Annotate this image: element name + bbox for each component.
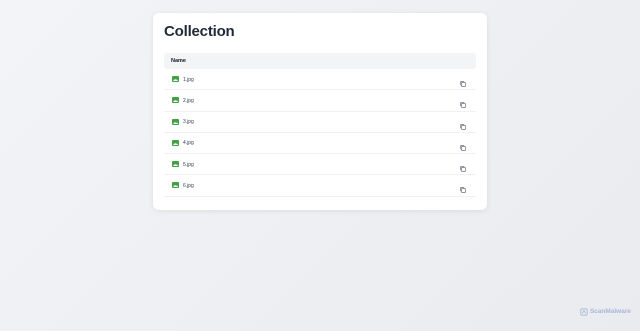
page-title: Collection xyxy=(164,23,235,40)
file-name[interactable]: 4​.jpg xyxy=(183,139,194,147)
image-icon xyxy=(172,182,179,189)
table-header: Name xyxy=(164,53,476,69)
file-name[interactable]: 6​.jpg xyxy=(183,182,194,190)
copy-icon[interactable] xyxy=(459,75,467,87)
file-name[interactable]: 3​.jpg xyxy=(183,118,194,126)
collection-card: Collection Name 1​.jpg 2​.jpg xyxy=(153,13,487,210)
image-icon xyxy=(172,161,179,168)
file-name[interactable]: 1​.jpg xyxy=(183,76,194,84)
column-header-name: Name xyxy=(171,58,186,64)
table-row[interactable]: 3​.jpg xyxy=(164,112,476,133)
table-row[interactable]: 6​.jpg xyxy=(164,175,476,197)
file-name[interactable]: 2​.jpg xyxy=(183,97,194,105)
image-icon xyxy=(172,97,179,104)
table-row[interactable]: 1​.jpg xyxy=(164,69,476,91)
table-row[interactable]: 4​.jpg xyxy=(164,133,476,155)
file-name[interactable]: 5​.jpg xyxy=(183,161,194,169)
copy-icon[interactable] xyxy=(459,118,467,130)
scanmalware-logo-icon xyxy=(580,303,588,321)
copy-icon[interactable] xyxy=(459,181,467,194)
image-icon xyxy=(172,139,179,146)
watermark-text: ScanMalware xyxy=(589,308,631,315)
image-icon xyxy=(172,76,179,82)
table-row[interactable]: 5​.jpg xyxy=(164,154,476,176)
copy-icon[interactable] xyxy=(459,160,467,173)
file-table: Name 1​.jpg 2​.jpg 3​.jpg xyxy=(164,53,476,197)
table-row[interactable]: 2​.jpg xyxy=(164,90,476,112)
watermark: ScanMalware xyxy=(580,303,631,321)
copy-icon[interactable] xyxy=(459,139,467,151)
image-icon xyxy=(172,118,179,125)
copy-icon[interactable] xyxy=(459,96,467,109)
